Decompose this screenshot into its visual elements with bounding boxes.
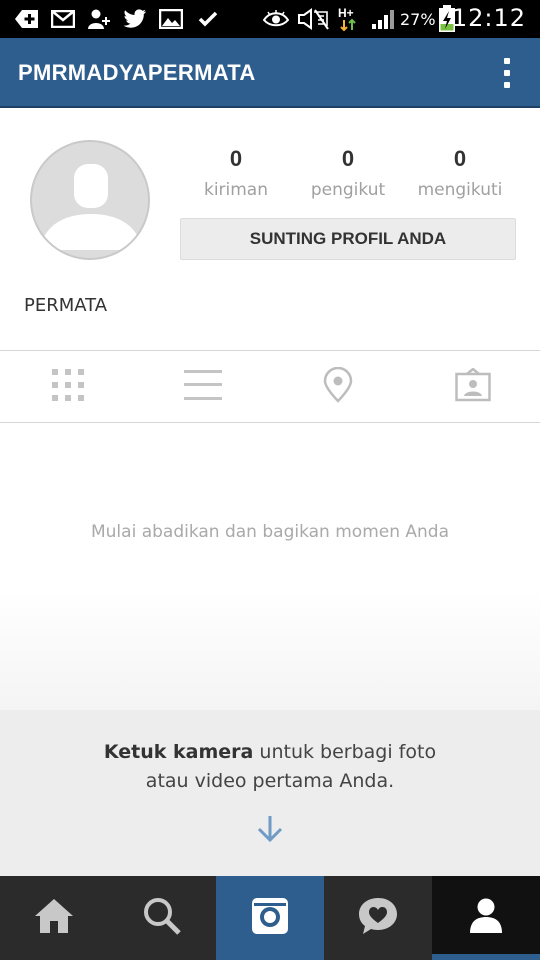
- check-icon: [196, 7, 220, 31]
- stat-following-value: 0: [453, 146, 467, 171]
- overflow-menu-icon[interactable]: [504, 58, 512, 90]
- stat-following[interactable]: 0 mengikuti: [405, 146, 515, 200]
- nav-activity[interactable]: [324, 876, 432, 960]
- tab-map[interactable]: [270, 352, 405, 422]
- grid-icon: [51, 368, 85, 406]
- signal-icon: [370, 7, 398, 31]
- nav-profile[interactable]: [432, 876, 540, 960]
- bottom-nav: [0, 876, 540, 960]
- location-pin-icon: [322, 366, 354, 407]
- divider: [0, 422, 540, 423]
- tab-list[interactable]: [135, 352, 270, 422]
- stat-posts-value: 0: [229, 146, 243, 171]
- stat-followers[interactable]: 0 pengikut: [293, 146, 403, 200]
- search-icon: [142, 896, 182, 940]
- tagged-photos-icon: [454, 367, 491, 406]
- twitter-icon: [122, 7, 148, 31]
- hint-text-line1: untuk berbagi foto: [253, 741, 437, 763]
- stat-followers-value: 0: [341, 146, 355, 171]
- default-avatar-icon[interactable]: [30, 140, 150, 260]
- battery-percent: 27%: [400, 10, 436, 29]
- activity-heart-icon: [357, 896, 399, 940]
- eye-icon: [262, 7, 290, 31]
- add-icon: [14, 7, 40, 31]
- camera-hint-text: Ketuk kamera untuk berbagi foto atau vid…: [0, 738, 540, 796]
- stat-followers-label: pengikut: [310, 180, 386, 200]
- svg-text:H+: H+: [338, 6, 354, 20]
- list-icon: [183, 368, 222, 406]
- divider: [0, 350, 540, 351]
- tab-grid[interactable]: [0, 352, 135, 422]
- tab-tagged[interactable]: [405, 352, 540, 422]
- empty-state-message: Mulai abadikan dan bagikan momen Anda: [90, 522, 449, 542]
- camera-icon: [250, 896, 290, 940]
- stat-posts[interactable]: 0 kiriman: [181, 146, 291, 200]
- camera-hint-panel: Ketuk kamera untuk berbagi foto atau vid…: [0, 710, 540, 876]
- edit-profile-button[interactable]: SUNTING PROFIL ANDA: [180, 218, 516, 260]
- nav-search[interactable]: [108, 876, 216, 960]
- mute-icon: [296, 7, 330, 31]
- clock: 12:12: [451, 4, 526, 32]
- stat-following-label: mengikuti: [417, 180, 503, 200]
- username-title: PMRMADYAPERMATA: [18, 60, 256, 85]
- profile-name: PERMATA: [24, 295, 108, 316]
- home-icon: [33, 897, 75, 939]
- mail-icon: [50, 7, 76, 31]
- app-header: PMRMADYAPERMATA: [0, 38, 540, 108]
- hint-fade: [0, 590, 540, 710]
- status-bar: H+ 27% 12:12: [0, 0, 540, 38]
- nav-camera[interactable]: [216, 876, 324, 960]
- hint-text-line2: atau video pertama Anda.: [145, 770, 395, 792]
- hplus-icon: H+: [338, 6, 360, 32]
- profile-icon: [468, 897, 504, 939]
- hint-bold-text: Ketuk kamera: [103, 741, 254, 763]
- arrow-down-icon: [256, 814, 284, 848]
- stat-posts-label: kiriman: [203, 180, 269, 200]
- nav-home[interactable]: [0, 876, 108, 960]
- add-contact-icon: [86, 7, 112, 31]
- gallery-icon: [158, 7, 184, 31]
